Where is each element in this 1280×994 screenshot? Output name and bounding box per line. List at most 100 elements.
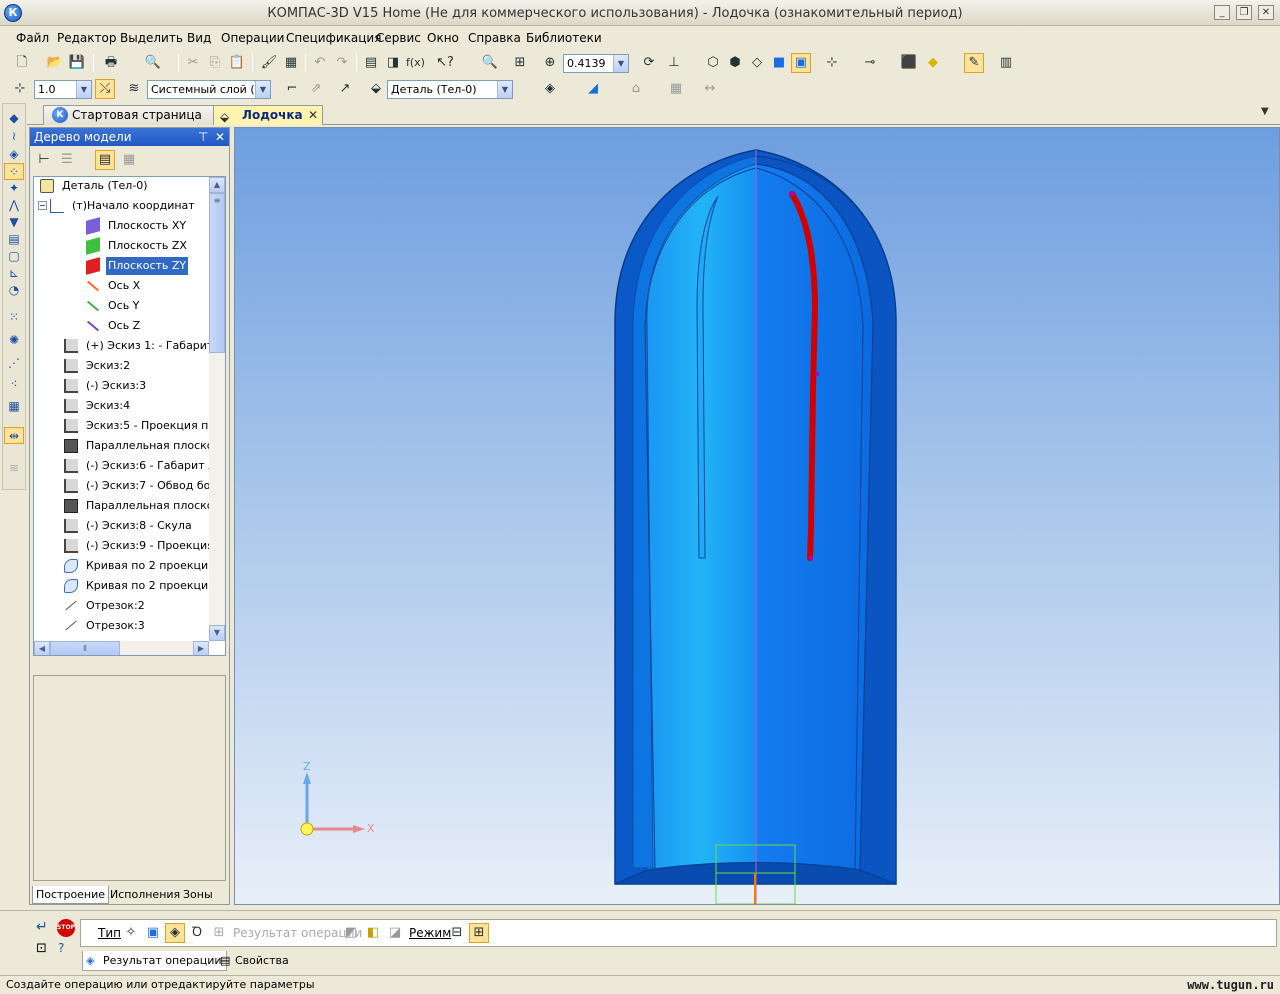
tree-item[interactable]: Ось Z — [34, 317, 209, 335]
tree-item[interactable]: (-) Эскиз:8 - Скула — [34, 517, 209, 535]
type-spiral-icon[interactable]: Ꝺ — [187, 923, 207, 943]
hidden-thin-icon[interactable]: ◇ — [747, 53, 767, 73]
scroll-left-icon[interactable]: ◀ — [34, 641, 50, 655]
surfaces-icon[interactable]: ◈ — [4, 146, 24, 163]
print-preview-icon[interactable]: 🔍 — [143, 53, 163, 73]
tree-item[interactable]: (-) Эскиз:6 - Габарит ло — [34, 457, 209, 475]
diagnostics-icon[interactable]: ◔ — [4, 282, 24, 299]
type-surface-icon[interactable]: ◈ — [165, 923, 185, 943]
redo-icon[interactable]: ↷ — [332, 53, 352, 73]
mirror-body-icon[interactable]: ≋ — [4, 460, 24, 477]
tree-item[interactable]: Кривая по 2 проекциям: — [34, 577, 209, 595]
shaded-icon[interactable]: ■ — [769, 53, 789, 73]
step-select[interactable]: 1.0 ▼ — [34, 80, 92, 99]
tree-item[interactable]: Параллельная плоскост — [34, 437, 209, 455]
tree-item[interactable]: Плоскость ZY — [34, 257, 209, 275]
restore-button[interactable]: ❐ — [1236, 5, 1252, 20]
3d-viewport[interactable]: Z X — [234, 127, 1280, 905]
stop-icon[interactable]: STOP — [57, 919, 75, 937]
hscroll-thumb[interactable]: ⦀ — [50, 641, 120, 655]
variables-icon[interactable]: ◨ — [383, 53, 403, 73]
undo-icon[interactable]: ↶ — [310, 53, 330, 73]
scroll-thumb[interactable]: ≡ — [209, 193, 225, 353]
paste-icon[interactable]: 📋 — [227, 53, 247, 73]
material-icon[interactable]: ◈ — [540, 79, 560, 99]
arrays-icon[interactable]: ⁘ — [4, 163, 24, 180]
scroll-right-icon[interactable]: ▶ — [193, 641, 209, 655]
minimize-button[interactable]: _ — [1214, 5, 1230, 20]
tab-operation-result[interactable]: ◈ Результат операции — [82, 951, 227, 971]
snap-icon[interactable]: ⊸ — [860, 53, 880, 73]
tree-item[interactable]: Ось X — [34, 277, 209, 295]
properties-icon[interactable]: ▦ — [281, 53, 301, 73]
shaded-edges-icon[interactable]: ▣ — [791, 53, 811, 73]
rotate-icon[interactable]: ⟳ — [639, 53, 659, 73]
scroll-down-icon[interactable]: ▼ — [209, 625, 225, 641]
array-points-icon[interactable]: ⁖ — [4, 376, 24, 393]
tree-item[interactable]: Отрезок:3 — [34, 617, 209, 635]
tree-item[interactable]: Плоскость XY — [34, 217, 209, 235]
result-new-icon[interactable]: ◩ — [341, 923, 361, 943]
filter-objects-icon[interactable]: ▼ — [4, 214, 24, 231]
zoom-window-icon[interactable]: 🔍 — [480, 53, 500, 73]
mirror-icon[interactable]: ⇹ — [4, 427, 24, 444]
reports-icon[interactable]: ▢ — [4, 248, 24, 265]
sheet-metal-icon[interactable]: ⋀ — [4, 197, 24, 214]
menu-window[interactable]: Окно — [427, 31, 459, 45]
menu-service[interactable]: Сервис — [376, 31, 421, 45]
orientation-icon[interactable]: ⊥ — [664, 53, 684, 73]
help-icon[interactable]: ? — [58, 941, 64, 955]
filter-icon[interactable]: ⊹ — [822, 53, 842, 73]
mcs-icon[interactable]: ⌂ — [626, 79, 646, 99]
array-grid-icon[interactable]: ⁙ — [4, 309, 24, 326]
array-table-icon[interactable]: ▦ — [4, 398, 24, 415]
part-state-icon[interactable]: ⬙ — [366, 79, 386, 99]
tree-vertical-scrollbar[interactable]: ▲ ≡ ▼ — [209, 177, 225, 641]
new-file-icon[interactable]: 🗋 — [12, 53, 32, 73]
close-button[interactable]: ✕ — [1258, 5, 1274, 20]
close-tab-icon[interactable]: ✕ — [308, 106, 318, 124]
edit-sketch-icon[interactable]: ⇗ — [306, 79, 326, 99]
tab-start-page[interactable]: K Стартовая страница — [43, 105, 217, 125]
tree-item[interactable]: Эскиз:5 - Проекция про — [34, 417, 209, 435]
result-join-icon[interactable]: ◧ — [363, 923, 383, 943]
menu-operations[interactable]: Операции — [221, 31, 284, 45]
cut-icon[interactable]: ✂ — [183, 53, 203, 73]
pin-icon[interactable]: ⊤ — [198, 128, 208, 146]
tree-item[interactable]: Ось Y — [34, 297, 209, 315]
tab-zones[interactable]: Зоны — [180, 886, 216, 904]
sketch-mode-icon[interactable]: ⌐ — [282, 79, 302, 99]
part-select[interactable]: Деталь (Тел-0) ▼ — [387, 80, 513, 99]
dimension-icon[interactable]: ↔ — [700, 79, 720, 99]
open-file-icon[interactable]: 📂 — [45, 53, 65, 73]
hidden-lines-icon[interactable]: ⬢ — [725, 53, 745, 73]
menu-edit[interactable]: Редактор — [57, 31, 116, 45]
menu-select[interactable]: Выделить — [120, 31, 183, 45]
color-icon[interactable]: ◢ — [583, 79, 603, 99]
tree-view-mode-icon[interactable]: ▤ — [95, 150, 115, 170]
tree-item[interactable]: Деталь (Тел-0) — [34, 177, 209, 195]
zoom-select[interactable]: 0.4139 ▼ — [563, 54, 629, 73]
enter-icon[interactable]: ↵ — [36, 919, 48, 935]
mode-single-icon[interactable]: ⊟ — [447, 923, 467, 943]
close-panel-icon[interactable]: ✕ — [215, 128, 225, 146]
array-curve-icon[interactable]: ⋰ — [4, 355, 24, 372]
menu-file[interactable]: Файл — [16, 31, 49, 45]
mate-icon[interactable]: ◆ — [923, 53, 943, 73]
type-sketch-icon[interactable]: ⊞ — [209, 923, 229, 943]
layer-select[interactable]: Системный слой (0) ▼ — [147, 80, 271, 99]
hatch-icon[interactable]: ▦ — [666, 79, 686, 99]
print-icon[interactable]: 🖶 — [101, 53, 121, 73]
type-curve-icon[interactable]: ✧ — [121, 923, 141, 943]
tree-item[interactable]: (-) Эскиз:7 - Обвод бор — [34, 477, 209, 495]
zoom-in-icon[interactable]: ⊕ — [540, 53, 560, 73]
tree-details-icon[interactable]: ▦ — [119, 150, 139, 170]
tree-item[interactable]: Плоскость ZX — [34, 237, 209, 255]
component-edit-icon[interactable]: ✎ — [964, 53, 984, 73]
tree-horizontal-scrollbar[interactable]: ◀ ⦀ ▶ — [34, 641, 209, 655]
manager-icon[interactable]: ▤ — [361, 53, 381, 73]
menu-help[interactable]: Справка — [468, 31, 521, 45]
tree-item[interactable]: Эскиз:4 — [34, 397, 209, 415]
zoom-all-icon[interactable]: ⊞ — [510, 53, 530, 73]
save-icon[interactable]: 💾 — [67, 53, 87, 73]
